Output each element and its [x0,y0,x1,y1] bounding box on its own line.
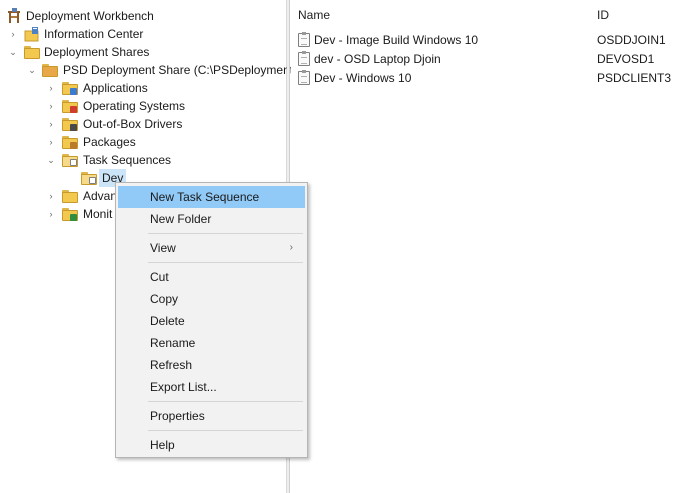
menu-item-rename[interactable]: Rename [118,332,305,354]
operating-systems-badge-icon [70,106,77,113]
menu-separator [148,233,303,234]
chevron-right-icon[interactable]: › [46,101,56,111]
tree-label[interactable]: Monit [83,205,112,223]
tree-node-deployment-shares[interactable]: ⌄ Deployment Shares [0,43,200,61]
row-name: Dev - Windows 10 [314,71,412,85]
row-name: dev - OSD Laptop Djoin [314,52,441,66]
chevron-right-icon[interactable]: › [46,209,56,219]
deployment-share-icon [42,64,58,77]
tree-node-packages[interactable]: › Packages [0,133,220,151]
tree-label[interactable]: Operating Systems [83,97,185,115]
row-id: OSDDJOIN1 [597,33,666,47]
task-sequence-clipboard-icon [298,51,310,66]
folder-icon [24,46,40,59]
tree-node-drivers[interactable]: › Out-of-Box Drivers [0,115,220,133]
tree-label[interactable]: Deployment Shares [44,43,149,61]
chevron-right-icon[interactable]: › [46,191,56,201]
workbench-icon [6,8,22,24]
tree-label[interactable]: Deployment Workbench [26,7,154,25]
packages-badge-icon [70,142,77,149]
chevron-down-icon[interactable]: ⌄ [46,155,56,165]
menu-item-refresh[interactable]: Refresh [118,354,305,376]
menu-item-new-task-sequence[interactable]: New Task Sequence [118,186,305,208]
chevron-right-icon[interactable]: › [46,83,56,93]
menu-item-copy[interactable]: Copy [118,288,305,310]
details-list[interactable]: Name ID Dev - Image Build Windows 10 OSD… [291,0,681,493]
table-row[interactable]: Dev - Image Build Windows 10 OSDDJOIN1 [291,31,681,49]
monitoring-badge-icon [70,214,77,221]
chevron-right-icon[interactable]: › [46,137,56,147]
row-id: DEVOSD1 [597,52,655,66]
information-center-icon [24,26,40,42]
menu-item-export-list[interactable]: Export List... [118,376,305,398]
task-sequence-clipboard-icon [298,32,310,47]
tree-label[interactable]: PSD Deployment Share (C:\PSDeployment) [63,61,297,79]
tree-node-applications[interactable]: › Applications [0,79,220,97]
tree-label[interactable]: Packages [83,133,136,151]
menu-separator [148,430,303,431]
row-name: Dev - Image Build Windows 10 [314,33,479,47]
menu-item-new-folder[interactable]: New Folder [118,208,305,230]
menu-item-cut[interactable]: Cut [118,266,305,288]
tree-label[interactable]: Information Center [44,25,143,43]
tree-node-psd-deployment-share[interactable]: ⌄ PSD Deployment Share (C:\PSDeployment) [0,61,297,79]
tree-label[interactable]: Out-of-Box Drivers [83,115,182,133]
tree-node-information-center[interactable]: › Information Center [0,25,200,43]
tree-node-operating-systems[interactable]: › Operating Systems [0,97,220,115]
task-sequences-badge-icon [70,159,77,166]
applications-badge-icon [70,88,77,95]
menu-item-label: View [150,241,176,255]
tree-label[interactable]: Advan [83,187,117,205]
column-header-id[interactable]: ID [597,0,677,30]
folder-icon [62,190,78,203]
menu-item-delete[interactable]: Delete [118,310,305,332]
chevron-down-icon[interactable]: ⌄ [8,47,18,57]
tree-node-monitoring[interactable]: › Monit [0,205,115,223]
table-row[interactable]: Dev - Windows 10 PSDCLIENT3 [291,69,681,87]
menu-separator [148,262,303,263]
tree-node-task-sequences[interactable]: ⌄ Task Sequences [0,151,220,169]
row-id: PSDCLIENT3 [597,71,672,85]
column-header-name[interactable]: Name [298,0,588,30]
menu-item-view[interactable]: View › [118,237,305,259]
tree-label[interactable]: Task Sequences [83,151,171,169]
menu-separator [148,401,303,402]
tree-node-deployment-workbench[interactable]: Deployment Workbench [0,7,200,25]
submenu-arrow-icon: › [289,242,293,253]
chevron-down-icon[interactable]: ⌄ [27,65,37,75]
chevron-right-icon[interactable]: › [8,29,18,39]
dev-badge-icon [89,177,96,184]
chevron-right-icon[interactable]: › [46,119,56,129]
context-menu[interactable]: New Task Sequence New Folder View › Cut … [115,182,308,458]
menu-item-help[interactable]: Help [118,434,305,456]
tree-label[interactable]: Applications [83,79,148,97]
drivers-badge-icon [70,124,77,131]
menu-item-properties[interactable]: Properties [118,405,305,427]
table-row[interactable]: dev - OSD Laptop Djoin DEVOSD1 [291,50,681,68]
task-sequence-clipboard-icon [298,70,310,85]
tree-node-advanced[interactable]: › Advan [0,187,117,205]
